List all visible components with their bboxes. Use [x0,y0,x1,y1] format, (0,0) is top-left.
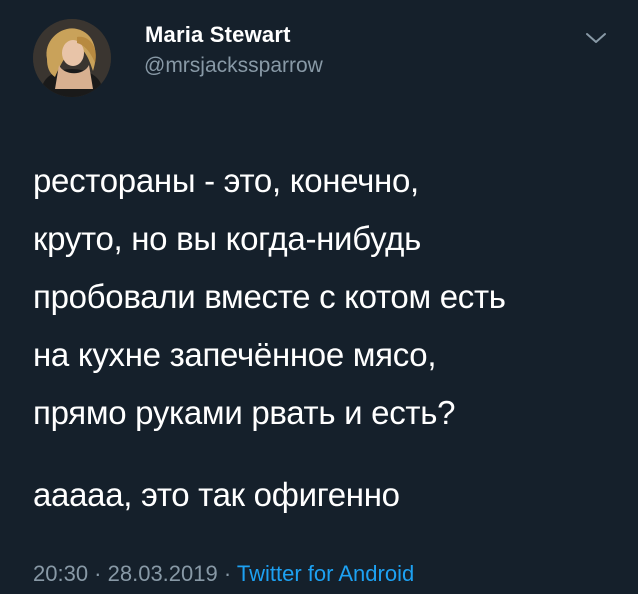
tweet-time[interactable]: 20:30 [33,561,88,586]
tweet-source-link[interactable]: Twitter for Android [237,561,414,586]
tweet-line: рестораны - это, конечно, [33,162,419,199]
tweet-meta: 20:30 · 28.03.2019 · Twitter for Android [33,561,414,587]
author-handle[interactable]: @mrsjackssparrow [144,54,323,78]
tweet-text: рестораны - это, конечно, круто, но вы к… [33,152,623,524]
chevron-down-icon[interactable] [584,29,608,47]
author-name[interactable]: Maria Stewart [145,22,291,48]
tweet-date[interactable]: 28.03.2019 [108,561,218,586]
meta-separator: · [88,561,108,586]
profile-photo-icon [33,19,111,97]
tweet-line: прямо руками рвать и есть? [33,394,456,431]
meta-separator: · [217,561,237,586]
tweet-line: пробовали вместе с котом есть [33,278,506,315]
tweet-second-paragraph: ааааа, это так офигенно [33,476,400,513]
avatar[interactable] [33,19,111,97]
tweet-line: круто, но вы когда-нибудь [33,220,422,257]
tweet-line: на кухне запечённое мясо, [33,336,437,373]
